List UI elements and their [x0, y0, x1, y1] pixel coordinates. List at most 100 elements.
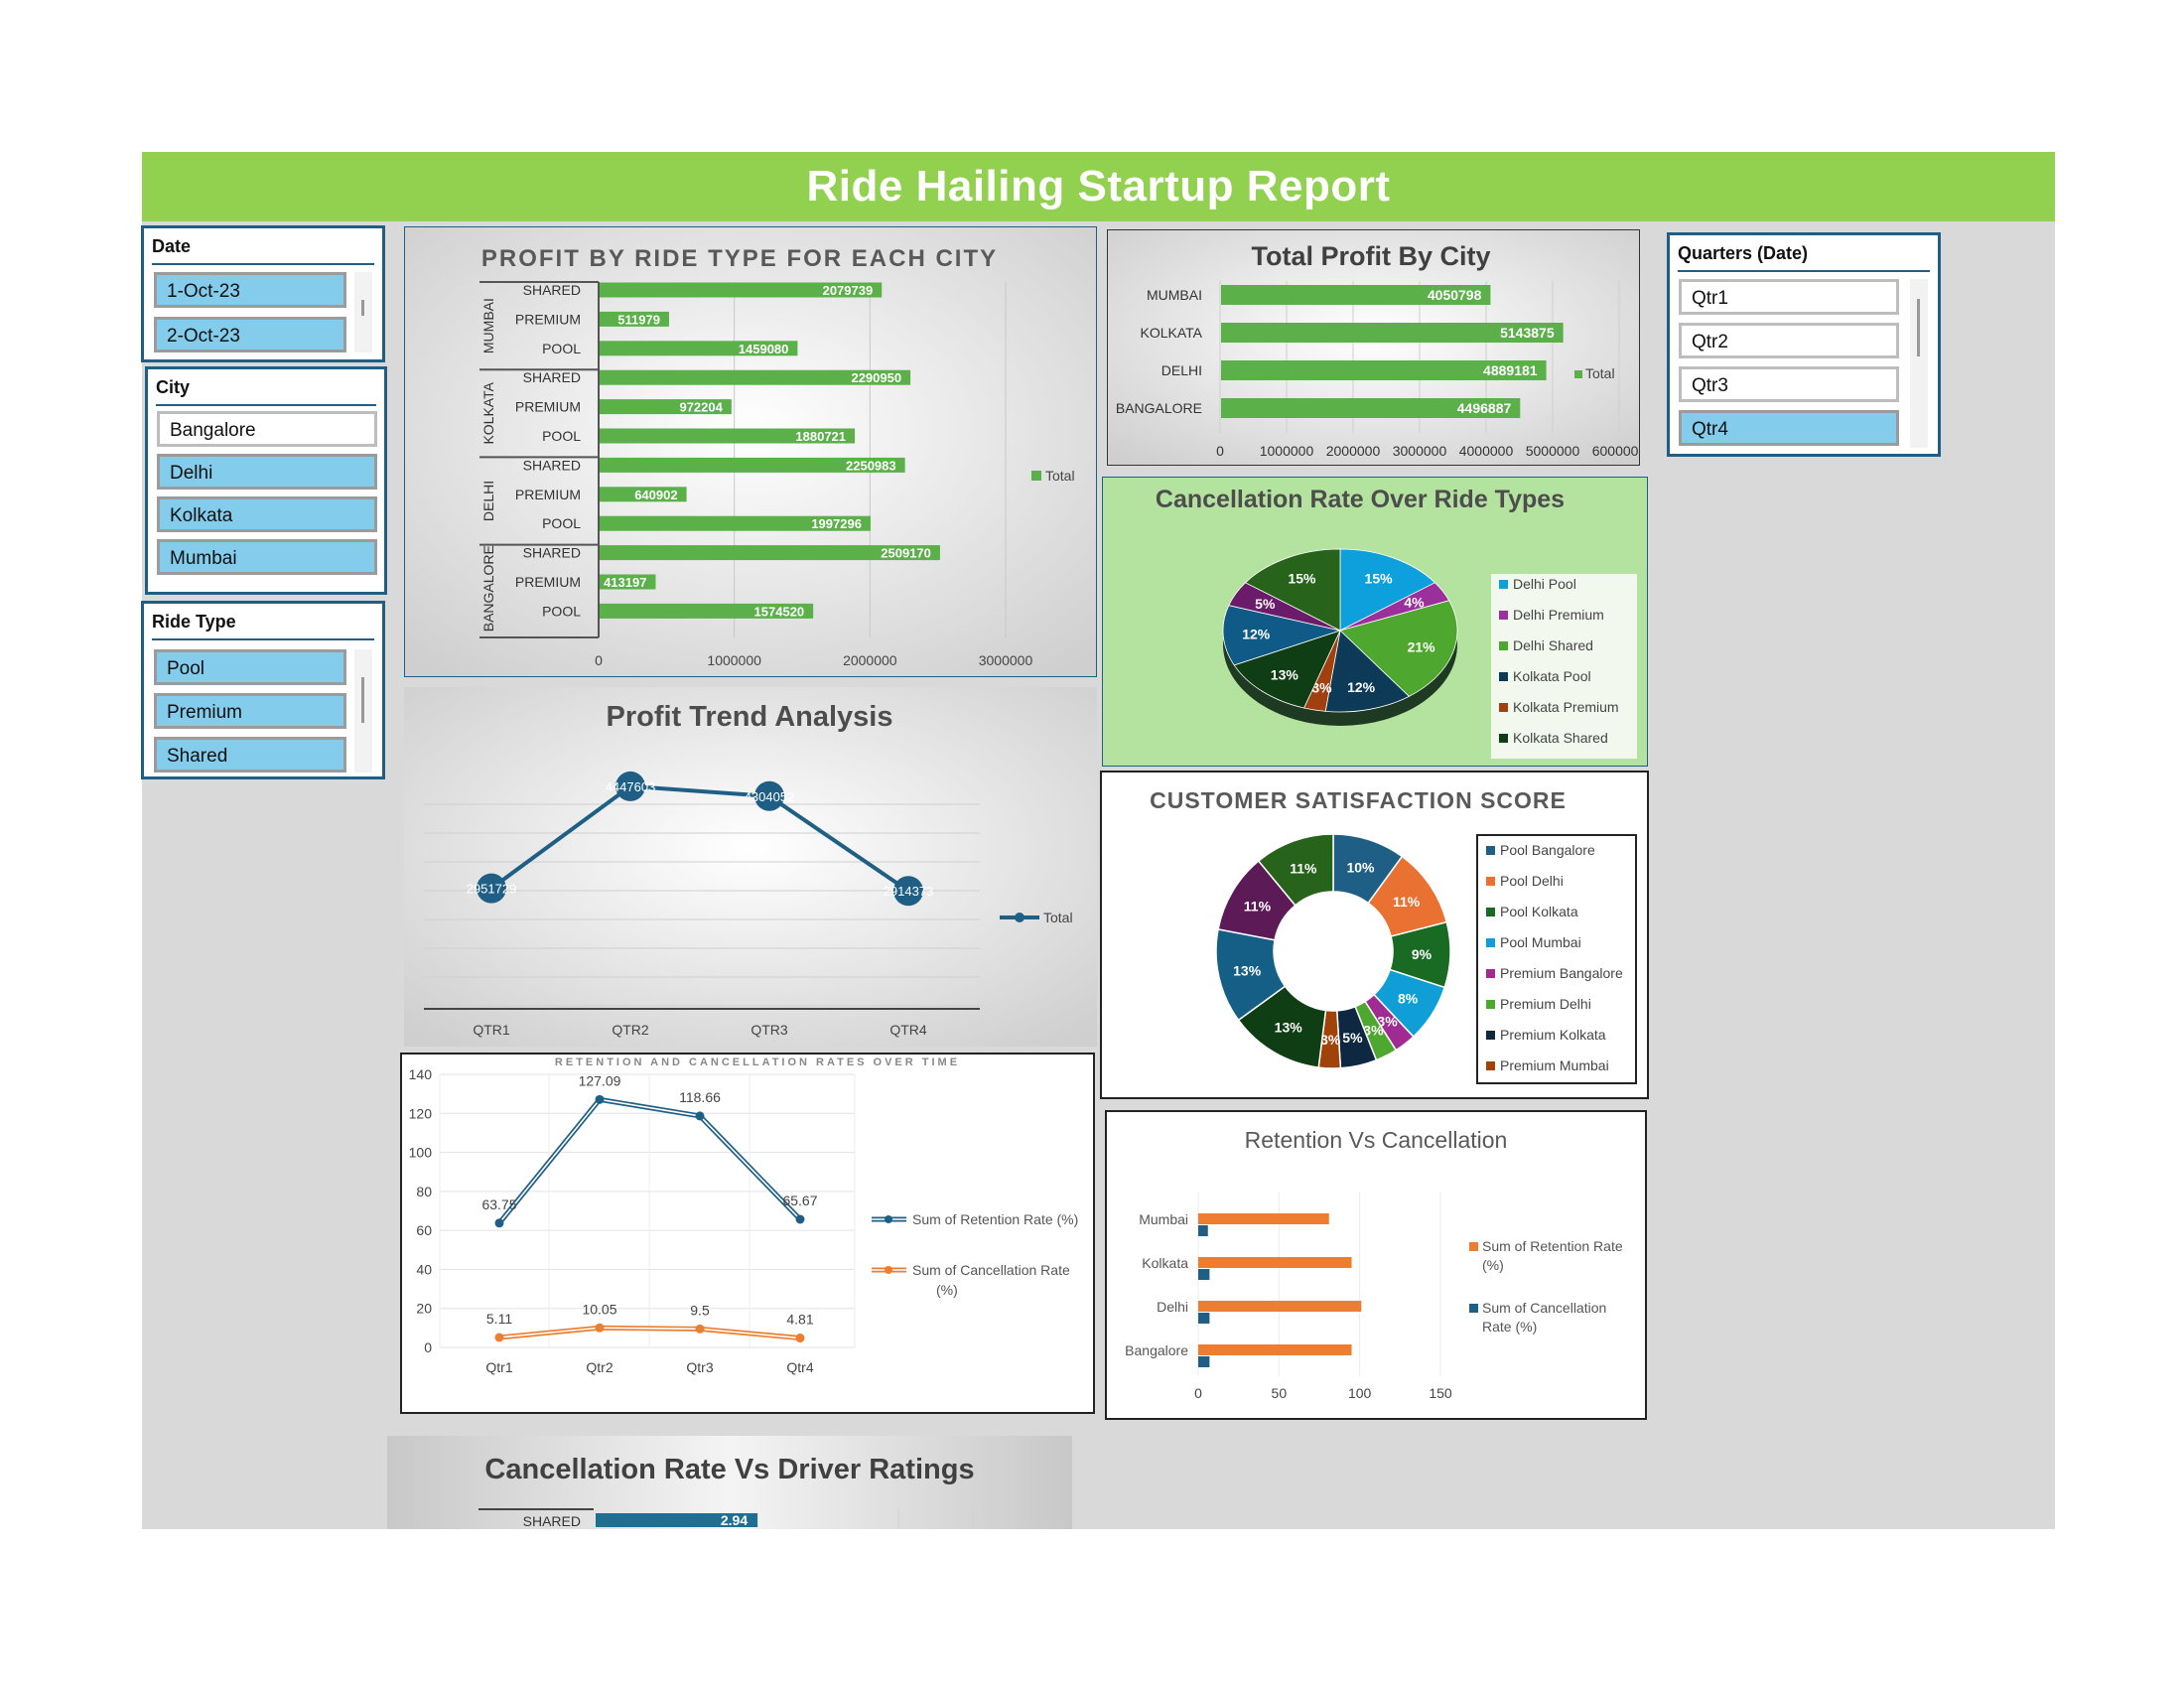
chart1-bar-label: 2250983	[846, 458, 896, 473]
chart3-legend-swatch	[1499, 734, 1508, 743]
chart5-point[interactable]	[695, 1111, 705, 1121]
chart3-legend-label: Delhi Pool	[1513, 576, 1576, 592]
chart6-legend-label: Pool Bangalore	[1500, 842, 1595, 858]
chart3-title: Cancellation Rate Over Ride Types	[1156, 486, 1565, 513]
cancellation-vs-driver-ratings-chart[interactable]: Cancellation Rate Vs Driver Ratings SHAR…	[387, 1436, 1072, 1529]
quarter-item-qtr4[interactable]: Qtr4	[1679, 410, 1899, 446]
ride-type-item-premium[interactable]: Premium	[154, 693, 346, 729]
date-item-2[interactable]: 2-Oct-23	[154, 317, 346, 352]
chart5-point[interactable]	[595, 1323, 605, 1333]
city-slicer-title: City	[156, 377, 376, 406]
chart5-x-label: Qtr2	[586, 1359, 613, 1375]
quarters-slicer-scrollbar[interactable]	[1910, 279, 1928, 448]
chart5-point-label: 5.11	[486, 1311, 512, 1327]
chart6-legend-label: Pool Kolkata	[1500, 904, 1578, 919]
chart4-legend-total: Total	[1043, 910, 1073, 925]
chart5-title: RETENTION AND CANCELLATION RATES OVER TI…	[555, 1056, 960, 1068]
city-item-mumbai[interactable]: Mumbai	[157, 539, 377, 575]
chart5-point[interactable]	[595, 1094, 605, 1104]
chart1-category-label: PREMIUM	[515, 399, 581, 415]
chart7-bar[interactable]	[1198, 1356, 1210, 1367]
chart2-x-tick: 1000000	[1260, 443, 1314, 459]
profit-trend-chart[interactable]: Profit Trend Analysis 2951729 QTR1 4447603…	[404, 687, 1097, 1047]
chart6-legend-label: Pool Mumbai	[1500, 934, 1581, 950]
chart1-category-label: POOL	[542, 603, 581, 619]
ride-type-item-pool[interactable]: Pool	[154, 649, 346, 685]
customer-satisfaction-chart[interactable]: CUSTOMER SATISFACTION SCORE 10%11%9%8%3%…	[1100, 771, 1649, 1099]
chart5-point[interactable]	[494, 1218, 504, 1228]
quarters-slicer-title: Quarters (Date)	[1678, 243, 1930, 272]
chart8-title: Cancellation Rate Vs Driver Ratings	[484, 1454, 974, 1485]
chart2-bar-label: 4050798	[1428, 287, 1482, 303]
chart5-point[interactable]	[795, 1214, 805, 1224]
city-item-bangalore[interactable]: Bangalore	[157, 411, 377, 447]
chart5-point[interactable]	[795, 1334, 805, 1343]
chart1-bar-label: 2290950	[851, 370, 901, 385]
city-item-delhi[interactable]: Delhi	[157, 454, 377, 490]
chart6-legend-label: Premium Delhi	[1500, 996, 1591, 1012]
chart5-point-label: 4.81	[786, 1312, 813, 1328]
chart1-category-label: POOL	[542, 341, 581, 356]
chart7-bar[interactable]	[1198, 1225, 1208, 1236]
profit-by-ride-type-chart[interactable]: PROFIT BY RIDE TYPE FOR EACH CITY 207973…	[404, 226, 1097, 677]
chart1-legend-total: Total	[1045, 468, 1075, 484]
retention-cancellation-time-chart[interactable]: RETENTION AND CANCELLATION RATES OVER TI…	[400, 1053, 1095, 1414]
ride-type-slicer-scrollbar[interactable]	[354, 649, 372, 773]
chart2-title: Total Profit By City	[1251, 241, 1490, 271]
chart6-legend-swatch	[1486, 846, 1495, 855]
date-slicer-scrollbar[interactable]	[354, 272, 372, 352]
chart6-legend-swatch	[1486, 938, 1495, 947]
chart5-y-tick: 120	[409, 1105, 433, 1121]
chart1-category-label: SHARED	[523, 369, 581, 385]
cancellation-rate-pie-chart[interactable]: Cancellation Rate Over Ride Types 15%4%2…	[1102, 477, 1648, 767]
chart3-slice-label: 12%	[1347, 679, 1376, 695]
chart7-bar[interactable]	[1198, 1257, 1352, 1268]
chart2-legend-total: Total	[1585, 365, 1615, 381]
chart5-y-tick: 60	[416, 1222, 432, 1238]
chart2-x-tick: 0	[1216, 443, 1224, 459]
chart4-point-label: 2914373	[884, 884, 934, 899]
chart5-y-tick: 20	[416, 1301, 432, 1317]
retention-vs-cancellation-chart[interactable]: Retention Vs Cancellation 0 50 100 150 Mumb…	[1105, 1110, 1647, 1420]
city-slicer: City Bangalore Delhi Kolkata Mumbai	[145, 366, 387, 595]
total-profit-by-city-chart[interactable]: Total Profit By City 0 1000000 2000000 3000…	[1107, 229, 1640, 466]
chart3-slice-label: 5%	[1255, 596, 1276, 612]
ride-type-slicer-title: Ride Type	[152, 612, 374, 640]
chart4-point-label: 4304052	[745, 789, 795, 804]
chart6-segment-label: 11%	[1244, 899, 1272, 914]
report-title: Ride Hailing Startup Report	[806, 162, 1391, 211]
date-item-1[interactable]: 1-Oct-23	[154, 272, 346, 308]
chart2-category-label: BANGALORE	[1116, 400, 1202, 416]
chart1-category-label: PREMIUM	[515, 311, 581, 327]
chart5-point[interactable]	[695, 1324, 705, 1334]
chart4-title: Profit Trend Analysis	[607, 701, 893, 733]
chart5-point-label: 63.75	[481, 1196, 516, 1212]
date-slicer-title: Date	[152, 236, 374, 265]
chart5-x-label: Qtr4	[786, 1359, 813, 1375]
chart5-point[interactable]	[494, 1333, 504, 1342]
chart7-category-label: Delhi	[1157, 1299, 1188, 1315]
chart7-bar[interactable]	[1198, 1301, 1362, 1312]
chart7-x-tick: 0	[1194, 1385, 1202, 1401]
chart7-category-label: Mumbai	[1139, 1211, 1188, 1227]
chart7-category-label: Bangalore	[1125, 1342, 1188, 1358]
chart7-legend-swatch	[1469, 1242, 1478, 1251]
quarter-item-qtr1[interactable]: Qtr1	[1679, 279, 1899, 315]
chart6-legend-swatch	[1486, 877, 1495, 886]
chart6-legend-label: Premium Kolkata	[1500, 1027, 1606, 1043]
chart7-bar[interactable]	[1198, 1344, 1352, 1355]
chart6-segment-label: 13%	[1275, 1020, 1303, 1036]
chart7-bar[interactable]	[1198, 1269, 1210, 1280]
city-item-kolkata[interactable]: Kolkata	[157, 496, 377, 532]
chart4-x-label: QTR3	[751, 1022, 788, 1038]
quarter-item-qtr3[interactable]: Qtr3	[1679, 366, 1899, 402]
quarters-slicer: Quarters (Date) Qtr1 Qtr2 Qtr3 Qtr4	[1667, 232, 1941, 457]
chart3-legend-swatch	[1499, 611, 1508, 620]
chart7-bar[interactable]	[1198, 1313, 1210, 1324]
chart3-legend-label: Delhi Shared	[1513, 637, 1593, 653]
chart5-x-label: Qtr3	[686, 1359, 713, 1375]
chart7-bar[interactable]	[1198, 1213, 1329, 1224]
ride-type-item-shared[interactable]: Shared	[154, 737, 346, 773]
quarter-item-qtr2[interactable]: Qtr2	[1679, 323, 1899, 358]
chart2-x-tick: 3000000	[1393, 443, 1447, 459]
